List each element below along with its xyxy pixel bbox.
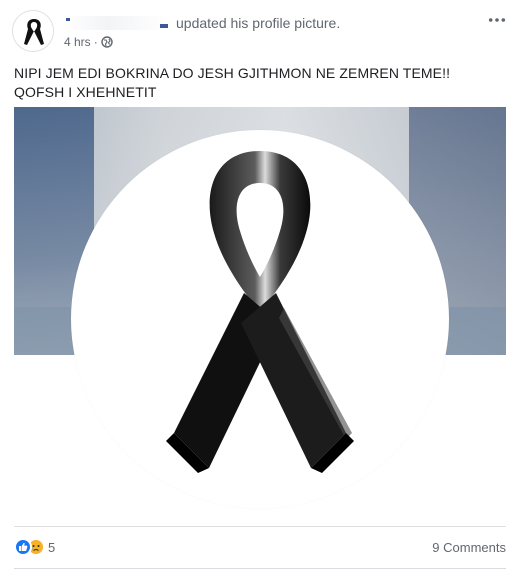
more-options-button[interactable] — [485, 10, 509, 30]
black-ribbon-icon — [13, 11, 53, 51]
post-stats: 5 9 Comments — [14, 536, 506, 558]
post-meta: 4 hrs · — [64, 34, 113, 50]
profile-picture[interactable] — [74, 133, 446, 505]
feed-post: updated his profile picture. 4 hrs · NIP… — [0, 0, 519, 580]
post-media[interactable] — [14, 107, 506, 527]
divider — [14, 568, 506, 569]
reactions-summary[interactable]: 5 — [14, 538, 55, 556]
author-avatar[interactable] — [12, 10, 54, 52]
post-body-text: NIPI JEM EDI BOKRINA DO JESH GJITHMON NE… — [14, 65, 451, 100]
reaction-count[interactable]: 5 — [48, 540, 55, 555]
meta-separator: · — [93, 35, 98, 49]
redaction-mark — [66, 18, 70, 21]
author-line: updated his profile picture. — [64, 14, 340, 32]
more-horizontal-icon — [488, 18, 506, 22]
black-ribbon-icon — [74, 133, 446, 505]
post-header: updated his profile picture. 4 hrs · — [12, 10, 509, 54]
like-icon — [14, 538, 32, 556]
comments-count-link[interactable]: 9 Comments — [432, 540, 506, 555]
author-name-link[interactable] — [64, 16, 172, 30]
redaction-mark — [160, 24, 168, 28]
timestamp-link[interactable]: 4 hrs — [64, 34, 91, 50]
globe-icon[interactable] — [100, 36, 113, 48]
action-text: updated his profile picture. — [176, 15, 341, 31]
